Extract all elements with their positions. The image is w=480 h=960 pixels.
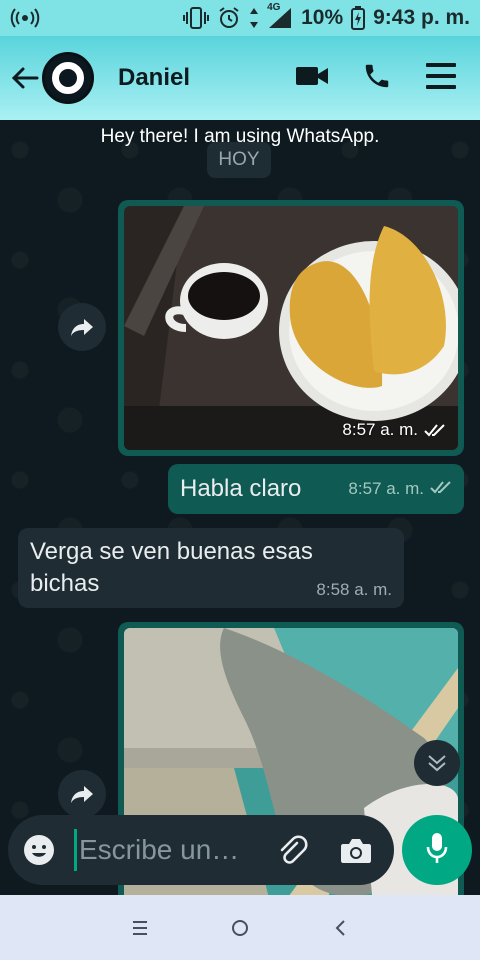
recent-apps-icon[interactable] (120, 908, 160, 948)
date-pill: HOY (207, 142, 271, 178)
emoji-icon[interactable] (22, 833, 56, 867)
battery-charging-icon (351, 6, 366, 30)
status-bar: 4G 10% 9:43 p. m. (0, 0, 480, 36)
read-ticks-icon (430, 479, 452, 499)
forward-button[interactable] (58, 770, 106, 818)
chat-area[interactable]: Hey there! I am using WhatsApp. HOY 8:57… (0, 120, 480, 895)
scroll-down-button[interactable] (414, 740, 460, 786)
read-ticks-icon (424, 423, 446, 437)
back-arrow-icon[interactable] (10, 58, 40, 98)
vibrate-icon (183, 6, 210, 30)
camera-icon[interactable] (339, 833, 373, 867)
signal-icon: 4G (267, 2, 293, 30)
video-call-icon[interactable] (296, 65, 328, 92)
network-type: 4G (267, 2, 281, 13)
system-nav-bar (0, 895, 480, 960)
message-text: Verga se ven buenas esas bichas (30, 538, 313, 597)
image-message[interactable]: 8:57 a. m. (118, 200, 464, 456)
message-text: Habla claro (180, 475, 302, 502)
message-input[interactable] (79, 834, 249, 866)
hotspot-icon (10, 7, 40, 29)
forward-button[interactable] (58, 303, 106, 351)
data-arrows-icon (249, 7, 259, 29)
contact-name[interactable]: Daniel (118, 64, 190, 92)
menu-icon[interactable] (426, 62, 456, 95)
avatar[interactable] (42, 52, 94, 104)
battery-percent: 10% (301, 6, 344, 29)
chat-header: Daniel (0, 36, 480, 120)
message-composer (8, 815, 394, 885)
attach-icon[interactable] (275, 833, 309, 867)
back-icon[interactable] (320, 908, 360, 948)
mic-button[interactable] (402, 815, 472, 885)
phone-call-icon[interactable] (362, 61, 392, 96)
avatar-logo (49, 59, 87, 97)
text-cursor (74, 829, 77, 871)
text-message[interactable]: Habla claro 8:57 a. m. (168, 464, 464, 514)
message-photo[interactable]: 8:57 a. m. (124, 206, 458, 450)
alarm-icon (217, 6, 241, 30)
home-icon[interactable] (220, 908, 260, 948)
message-time: 8:57 a. m. (348, 479, 424, 498)
mic-icon (426, 832, 448, 869)
incoming-message[interactable]: Verga se ven buenas esas bichas 8:58 a. … (18, 528, 404, 608)
clock: 9:43 p. m. (373, 6, 470, 29)
message-time: 8:58 a. m. (316, 580, 392, 599)
message-time: 8:57 a. m. (342, 420, 446, 440)
